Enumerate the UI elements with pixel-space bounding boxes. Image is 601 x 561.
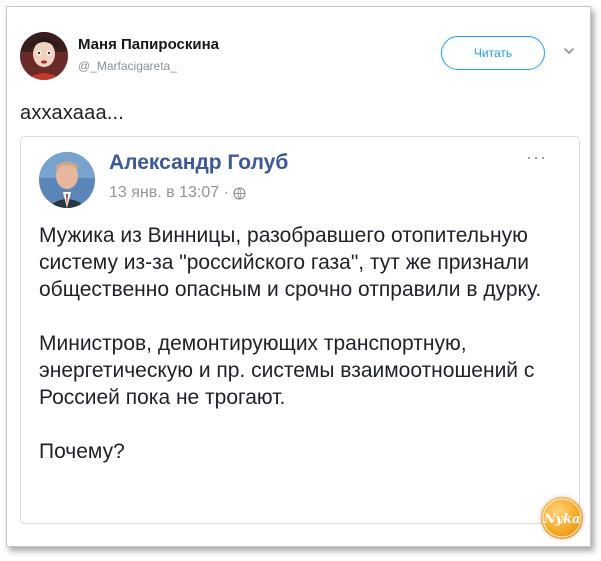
embedded-paragraph: Министров, демонтирующих транспортную, э… — [39, 332, 535, 409]
follow-button[interactable]: Читать — [441, 36, 545, 70]
embedded-post-meta: 13 янв. в 13:07 · — [109, 184, 246, 202]
globe-icon — [233, 186, 246, 200]
author-handle[interactable]: @_Marfacigareta_ — [78, 59, 177, 73]
author-avatar[interactable] — [20, 32, 68, 80]
watermark-logo: Nyka — [541, 497, 583, 539]
embedded-paragraph: Почему? — [39, 440, 125, 463]
embedded-author-avatar — [39, 152, 95, 208]
embedded-author-name: Александр Голуб — [109, 151, 289, 174]
follow-button-label: Читать — [473, 46, 513, 60]
svg-text:Nyka: Nyka — [543, 512, 581, 527]
embedded-paragraph: Мужика из Винницы, разобравшего отопител… — [39, 224, 542, 301]
author-name[interactable]: Маня Папироскина — [78, 36, 219, 53]
embedded-post-date: 13 янв. в 13:07 · — [109, 184, 229, 201]
embedded-post-image: Александр Голуб 13 янв. в 13:07 · ··· Му… — [20, 136, 580, 524]
tweet-text: аххахааа... — [20, 102, 125, 124]
more-options-icon: ··· — [526, 147, 547, 167]
chevron-down-icon[interactable] — [562, 44, 576, 58]
embedded-post-body: Мужика из Винницы, разобравшего отопител… — [39, 222, 564, 492]
